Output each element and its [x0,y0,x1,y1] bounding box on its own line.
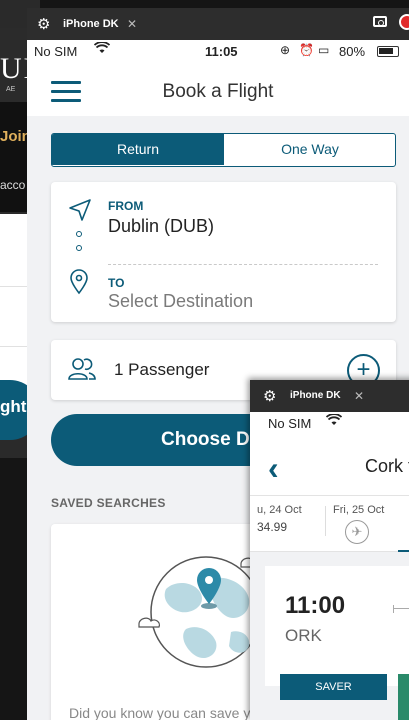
saver-fare-button[interactable]: SAVER [280,674,387,700]
status-time: 11:05 [205,44,238,59]
back-chevron-icon[interactable]: ‹ [268,450,279,487]
flight-list: 11:00 ORK Ae SAVER [250,552,409,720]
date-label: u, 24 Oct [257,504,302,516]
carrier-label: No SIM [268,416,312,431]
no-flights-plane-icon: ✈ [345,520,369,544]
date-selector: u, 24 Oct 34.99 Fri, 25 Oct ✈ [250,496,409,552]
one-way-option[interactable]: One Way [224,134,395,165]
wifi-icon [325,413,343,429]
orientation-lock-icon: ⊕ [280,43,291,57]
location-pin-icon [69,269,89,300]
battery-percent: 80% [339,44,366,59]
to-label: TO [108,276,125,290]
device-name: iPhone DK [290,390,341,401]
flight-card[interactable]: 11:00 ORK Ae [265,566,409,686]
from-value[interactable]: Dublin (DUB) [108,216,214,237]
destination-field[interactable]: Select Destination [108,291,253,312]
route-dot [76,231,82,237]
fare-option[interactable] [398,674,409,720]
close-tab-icon[interactable]: ✕ [127,17,137,31]
background-account-text: acco [0,178,26,192]
route-title: Cork t [365,456,409,476]
trip-type-toggle: Return One Way [51,133,396,167]
ios-status-bar: No SIM 11:05 ⊕ ⏰ ▭ 80% [27,40,409,64]
route-dot [76,245,82,251]
from-label: FROM [108,199,144,213]
simulator-titlebar: ⚙ iPhone DK ✕ [27,8,409,40]
date-price: 34.99 [257,520,288,534]
gear-icon[interactable]: ⚙ [37,15,50,33]
app-header: Book a Flight [27,64,409,116]
background-hero-subtext: AE [6,86,16,93]
passenger-count: 1 Passenger [114,360,210,379]
battery-icon [377,46,399,57]
saved-searches-header: SAVED SEARCHES [51,496,166,510]
close-tab-icon[interactable]: ✕ [354,389,364,403]
record-icon[interactable] [399,14,409,30]
route-card: FROM Dublin (DUB) TO Select Destination [51,182,396,322]
device-name: iPhone DK [63,18,119,30]
wifi-icon [93,41,111,57]
route-divider [108,264,378,265]
flight-route-line [393,605,409,613]
airplay-icon: ▭ [318,43,330,57]
second-simulator-window: ⚙ iPhone DK ✕ No SIM ‹ Cork t u, 24 Oct … [250,380,409,720]
divider [325,506,326,536]
carrier-label: No SIM [34,44,78,59]
background-button-label: ght [0,397,27,416]
flight-results-header: ‹ Cork t [250,436,409,496]
page-title: Book a Flight [162,81,274,102]
alarm-icon: ⏰ [299,43,314,57]
choose-dates-label: Choose Da [161,429,261,450]
navigation-arrow-icon [67,197,93,228]
camera-icon[interactable] [373,16,387,27]
ios-status-bar: No SIM [250,412,409,436]
origin-code: ORK [285,626,322,645]
date-label: Fri, 25 Oct [333,504,385,516]
simulator-titlebar: ⚙ iPhone DK ✕ [250,380,409,412]
gear-icon[interactable]: ⚙ [263,387,276,405]
departure-time: 11:00 [285,592,346,619]
date-option[interactable]: u, 24 Oct 34.99 [257,504,302,552]
passengers-icon [67,356,97,387]
return-option[interactable]: Return [52,134,224,165]
